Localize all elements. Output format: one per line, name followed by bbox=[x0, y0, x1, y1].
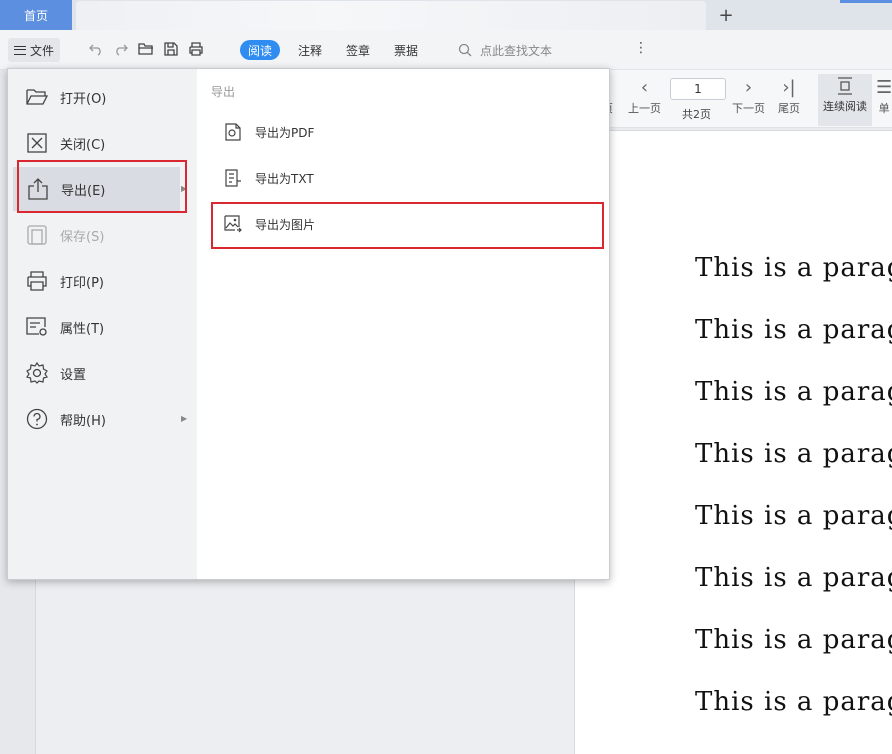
menu-item-close[interactable]: 关闭(C) bbox=[12, 121, 193, 165]
export-highlight-box bbox=[17, 160, 187, 213]
prev-page-button[interactable]: ‹ 上一页 bbox=[628, 76, 661, 116]
help-icon bbox=[26, 408, 48, 430]
last-page-button[interactable]: ›| 尾页 bbox=[778, 76, 800, 116]
menu-item-label: 保存(S) bbox=[60, 229, 105, 245]
search-placeholder: 点此查找文本 bbox=[480, 43, 553, 58]
tab-accent bbox=[840, 0, 892, 3]
tab-bar: 首页 + bbox=[0, 0, 892, 30]
menu-item-save: 保存(S) bbox=[12, 213, 193, 257]
search-icon bbox=[458, 43, 472, 57]
mode-invoice[interactable]: 票据 bbox=[394, 40, 418, 60]
page-total: 共2页 bbox=[682, 108, 711, 121]
chevron-right-icon: › bbox=[744, 77, 753, 98]
single-page-button[interactable]: ☰ 单 bbox=[876, 76, 892, 116]
continuous-read-icon bbox=[838, 77, 852, 95]
close-box-icon bbox=[26, 132, 48, 154]
properties-icon bbox=[26, 316, 48, 338]
file-menu: 打开(O) 关闭(C) 导出(E) ▶ 保存(S) 打印(P) 属性(T) 设置… bbox=[7, 68, 610, 580]
tab-document[interactable] bbox=[76, 1, 706, 30]
mode-annotate[interactable]: 注释 bbox=[298, 40, 322, 60]
redo-icon[interactable] bbox=[113, 41, 129, 57]
tab-home-label: 首页 bbox=[23, 8, 48, 23]
page-nav-toolbar: ‹ 页 ‹ 上一页 1 共2页 › 下一页 ›| 尾页 连续阅读 ☰ 单 bbox=[600, 70, 892, 128]
paragraph: This is a parag bbox=[695, 687, 892, 717]
main-toolbar: 文件 阅读 注释 签章 票据 点此查找文本 ⋮ bbox=[0, 30, 892, 70]
search-box[interactable]: 点此查找文本 bbox=[458, 40, 552, 60]
single-page-icon: ☰ bbox=[876, 77, 892, 98]
folder-open-icon bbox=[26, 86, 48, 108]
paragraph: This is a parag bbox=[695, 501, 892, 531]
page-number-input[interactable]: 1 bbox=[670, 78, 726, 100]
hamburger-icon bbox=[14, 45, 26, 55]
paragraph: This is a parag bbox=[695, 563, 892, 593]
submenu-arrow-icon: ▶ bbox=[181, 414, 188, 423]
chevron-left-icon: ‹ bbox=[640, 77, 649, 98]
submenu-title: 导出 bbox=[211, 85, 236, 99]
paragraph: This is a parag bbox=[695, 625, 892, 655]
new-tab-button[interactable]: + bbox=[716, 4, 736, 26]
paragraph: This is a parag bbox=[695, 439, 892, 469]
submenu-item-label: 导出为TXT bbox=[255, 171, 314, 186]
menu-item-settings[interactable]: 设置 bbox=[12, 351, 193, 395]
printer-icon bbox=[26, 270, 48, 292]
menu-item-label: 关闭(C) bbox=[60, 137, 106, 153]
last-page-icon: ›| bbox=[782, 77, 796, 98]
mode-read[interactable]: 阅读 bbox=[240, 40, 281, 60]
paragraph: This is a parag bbox=[695, 253, 892, 283]
submenu-item-export-pdf[interactable]: 导出为PDF bbox=[211, 109, 603, 155]
export-pdf-icon bbox=[223, 122, 243, 142]
menu-item-label: 设置 bbox=[60, 367, 87, 383]
menu-item-print[interactable]: 打印(P) bbox=[12, 259, 193, 303]
more-icon[interactable]: ⋮ bbox=[634, 40, 648, 56]
print-icon[interactable] bbox=[188, 41, 204, 57]
menu-item-label: 属性(T) bbox=[60, 321, 105, 337]
export-txt-icon bbox=[223, 168, 243, 188]
menu-item-properties[interactable]: 属性(T) bbox=[12, 305, 193, 349]
menu-item-open[interactable]: 打开(O) bbox=[12, 75, 193, 119]
next-page-button[interactable]: › 下一页 bbox=[732, 76, 765, 116]
menu-item-label: 打开(O) bbox=[60, 91, 107, 107]
prev-page-label: 上一页 bbox=[628, 102, 661, 115]
save-icon[interactable] bbox=[163, 41, 179, 57]
tab-home[interactable]: 首页 bbox=[0, 0, 72, 30]
undo-icon[interactable] bbox=[88, 41, 104, 57]
submenu-item-export-txt[interactable]: 导出为TXT bbox=[211, 155, 603, 201]
paragraph: This is a parag bbox=[695, 377, 892, 407]
open-folder-icon[interactable] bbox=[138, 41, 154, 57]
save-icon bbox=[26, 224, 48, 246]
export-image-highlight-box bbox=[211, 202, 604, 249]
menu-item-label: 帮助(H) bbox=[60, 413, 106, 429]
file-menu-label: 文件 bbox=[30, 43, 55, 58]
continuous-read-button[interactable]: 连续阅读 bbox=[818, 74, 872, 126]
last-page-label: 尾页 bbox=[778, 102, 800, 115]
mode-sign[interactable]: 签章 bbox=[346, 40, 370, 60]
continuous-read-label: 连续阅读 bbox=[823, 100, 867, 113]
file-menu-button[interactable]: 文件 bbox=[8, 38, 61, 62]
document-page: This is a parag This is a parag This is … bbox=[574, 130, 892, 754]
menu-item-help[interactable]: 帮助(H) bbox=[12, 397, 193, 441]
paragraph: This is a parag bbox=[695, 315, 892, 345]
gear-icon bbox=[26, 362, 48, 384]
single-page-label: 单 bbox=[878, 102, 890, 115]
submenu-item-label: 导出为PDF bbox=[255, 125, 315, 140]
file-menu-list: 打开(O) 关闭(C) 导出(E) ▶ 保存(S) 打印(P) 属性(T) 设置… bbox=[8, 69, 197, 579]
menu-item-label: 打印(P) bbox=[60, 275, 104, 291]
next-page-label: 下一页 bbox=[732, 102, 765, 115]
